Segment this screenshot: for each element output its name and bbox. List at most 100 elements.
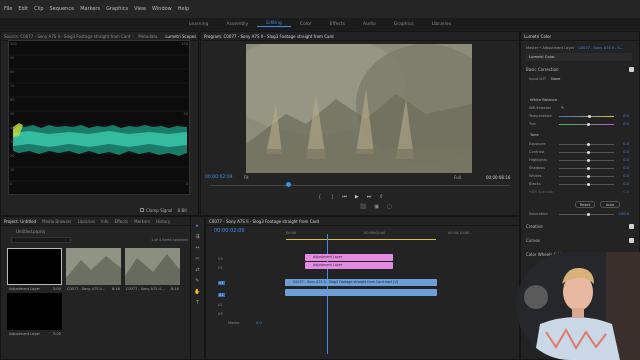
slider-knob[interactable] [586,167,590,170]
contrast-value[interactable]: 0.0 [623,150,629,154]
slider-knob[interactable] [586,213,590,216]
clip-adjustment-layer[interactable]: Adjustment Layer [305,262,393,269]
blacks-value[interactable]: 0.0 [623,182,629,186]
curves-checkbox[interactable] [629,238,634,243]
workspace-audio[interactable]: Audio [354,22,385,27]
section-creative[interactable]: Creative [526,224,543,229]
temperature-value[interactable]: 0.0 [623,114,629,118]
slip-icon[interactable]: ⇄ [191,265,204,276]
overwrite-icon[interactable]: ▣ [374,204,379,210]
tab-sequence[interactable]: C0077 - Sony A7S II - Slog3 Footage stra… [209,219,319,224]
menu-markers[interactable]: Markers [80,6,100,12]
menu-clip[interactable]: Clip [34,6,43,12]
master-volume[interactable]: 0.0 [256,321,262,325]
slider-knob[interactable] [586,159,590,162]
track-label-a1[interactable]: A1 [218,293,225,297]
workspace-editing[interactable]: Editing [257,21,291,27]
menu-window[interactable]: Window [152,6,172,12]
selection-tool-icon[interactable]: ▸ [191,221,204,232]
blacks-slider[interactable] [559,183,614,186]
project-item-thumb[interactable] [66,248,121,285]
hand-icon[interactable]: ✋ [191,287,204,298]
saturation-slider[interactable] [559,213,614,216]
slider-knob[interactable] [586,151,590,154]
ripple-edit-icon[interactable]: ↔ [191,243,204,254]
project-item-thumb[interactable] [125,248,180,285]
step-forward-icon[interactable]: ⏭ [367,194,372,200]
slider-knob[interactable] [586,175,590,178]
saturation-value[interactable]: 100.0 [619,212,629,216]
slider-knob[interactable] [586,143,590,146]
creative-checkbox[interactable] [629,224,634,229]
shadows-value[interactable]: 0.0 [623,166,629,170]
highlights-value[interactable]: 0.0 [623,158,629,162]
section-basic-correction[interactable]: Basic Correction [526,67,559,72]
clip-selector[interactable]: C0077 - Sony A7S II - S... [578,46,623,50]
menu-file[interactable]: File [4,6,12,12]
workspace-color[interactable]: Color [291,22,321,27]
tab-program[interactable]: Program: C0077 - Sony A7S II - Slog3 Foo… [204,34,334,39]
clamp-checkbox[interactable] [140,208,144,212]
mark-in-icon[interactable]: ❲ [318,194,322,200]
step-back-icon[interactable]: ⏮ [342,194,347,200]
project-item-thumb[interactable] [7,293,62,330]
lumetri-fx-selector[interactable]: Lumetri Color [526,53,632,61]
exposure-slider[interactable] [559,143,614,146]
highlights-slider[interactable] [559,159,614,162]
menu-edit[interactable]: Edit [18,6,28,12]
tint-slider[interactable] [559,123,614,126]
section-curves[interactable]: Curves [526,238,540,243]
tab-history[interactable]: History [156,219,170,224]
workspace-assembly[interactable]: Assembly [218,22,258,27]
tab-project[interactable]: Project: Untitled [4,219,36,224]
tab-metadata[interactable]: Metadata [138,34,157,39]
slider-knob[interactable] [586,123,590,126]
tint-value[interactable]: 0.0 [623,122,629,126]
play-icon[interactable]: ▶ [355,194,359,200]
clip-audio[interactable] [285,289,437,296]
exposure-value[interactable]: 0.0 [623,142,629,146]
tab-media-browser[interactable]: Media Browser [42,219,72,224]
workspace-learning[interactable]: Learning [180,22,218,27]
tab-markers[interactable]: Markers [134,219,150,224]
tab-libraries[interactable]: Libraries [78,219,95,224]
whites-slider[interactable] [559,175,614,178]
slider-knob[interactable] [587,115,591,118]
export-frame-icon[interactable]: ▢ [387,204,392,210]
lift-icon[interactable]: ⇧ [379,194,383,200]
workspace-libraries[interactable]: Libraries [423,22,460,27]
shadows-slider[interactable] [559,167,614,170]
insert-icon[interactable]: ⬛ [360,204,366,210]
tab-info[interactable]: Info [101,219,109,224]
razor-icon[interactable]: ✂ [191,254,204,265]
contrast-slider[interactable] [559,151,614,154]
pen-icon[interactable]: ✎ [191,276,204,287]
workspace-graphics[interactable]: Graphics [385,22,423,27]
auto-button[interactable]: Auto [600,201,620,208]
menu-graphics[interactable]: Graphics [106,6,128,12]
quality-select[interactable]: Full [454,175,461,180]
tab-effects[interactable]: Effects [115,219,129,224]
timeline-timecode[interactable]: 00:00:02:09 [214,228,245,234]
track-label-v1[interactable]: V1 [218,281,225,285]
mark-out-icon[interactable]: ❳ [330,194,334,200]
tab-lumetri-scopes[interactable]: Lumetri Scopes [165,34,196,39]
program-scrub-bar[interactable] [210,185,510,186]
work-area-bar[interactable] [286,239,436,240]
slider-knob[interactable] [586,183,590,186]
bit-depth-select[interactable]: 8 Bit [178,208,187,213]
fit-select[interactable]: Fit [244,175,249,180]
eyedropper-icon[interactable]: ✎ [561,106,564,110]
project-search-input[interactable] [11,237,71,243]
reset-button[interactable]: Reset [575,201,595,208]
clip-adjustment-layer[interactable]: Adjustment Layer [305,254,393,261]
basic-correction-checkbox[interactable] [629,67,634,72]
program-timecode[interactable]: 00:00:02:09 [205,175,232,180]
playhead-handle[interactable] [286,182,291,187]
whites-value[interactable]: 0.0 [623,174,629,178]
workspace-effects[interactable]: Effects [321,22,354,27]
menu-view[interactable]: View [134,6,146,12]
project-item-thumb[interactable] [7,248,62,285]
temperature-slider[interactable] [559,115,614,118]
menu-sequence[interactable]: Sequence [50,6,75,12]
